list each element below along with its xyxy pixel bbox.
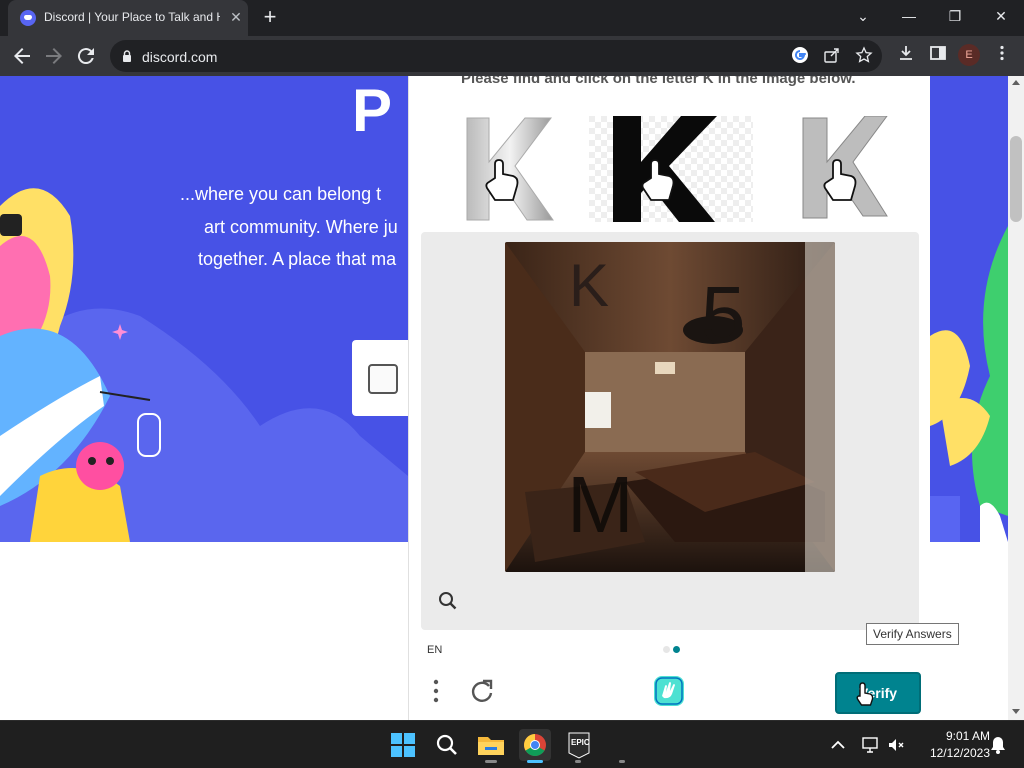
tab-title: Discord | Your Place to Talk and H: [44, 10, 220, 24]
page-dot-2-active: [673, 646, 680, 653]
file-explorer-icon[interactable]: [475, 729, 507, 761]
captcha-challenge-panel: Please find and click on the letter K in…: [408, 76, 930, 720]
volume-muted-icon[interactable]: [886, 735, 906, 755]
profile-avatar[interactable]: E: [958, 44, 980, 66]
downloads-icon[interactable]: [894, 44, 918, 68]
hero-illustration-right: [930, 226, 1008, 542]
forward-arrow-icon[interactable]: [42, 44, 66, 68]
side-panel-icon[interactable]: [926, 44, 950, 68]
page-dot-1: [663, 646, 670, 653]
close-window-icon[interactable]: ✕: [987, 4, 1015, 28]
extra-app-indicator: [619, 760, 625, 763]
example-image-k-black: [589, 116, 753, 222]
verify-button[interactable]: Verify: [835, 672, 921, 714]
browser-tab-bar: Discord | Your Place to Talk and H ✕ + ⌄…: [0, 0, 1024, 36]
epic-games-indicator: [575, 760, 581, 763]
windows-start-icon[interactable]: [387, 729, 419, 761]
hcaptcha-logo-icon[interactable]: [652, 674, 686, 708]
restore-window-icon[interactable]: ❐: [941, 4, 969, 28]
google-icon[interactable]: [790, 46, 810, 66]
challenge-letter-k: K: [569, 252, 609, 319]
page-scrollbar-thumb[interactable]: [1010, 136, 1022, 222]
zoom-search-icon[interactable]: [437, 590, 459, 612]
svg-text:EPIC: EPIC: [571, 738, 590, 747]
language-selector[interactable]: EN: [427, 644, 442, 656]
challenge-digit-5: 5: [701, 270, 746, 359]
new-tab-button[interactable]: +: [258, 4, 282, 30]
notifications-bell-icon[interactable]: [988, 735, 1008, 755]
example-image-k-silver: [466, 117, 554, 221]
browser-tab-discord[interactable]: Discord | Your Place to Talk and H ✕: [8, 0, 248, 36]
back-arrow-icon[interactable]: [10, 44, 34, 68]
minimize-window-icon[interactable]: —: [895, 4, 923, 28]
discord-favicon-icon: [20, 10, 36, 26]
epic-games-icon[interactable]: EPIC: [563, 729, 595, 761]
hand-cursor-icon: [856, 682, 874, 706]
tab-search-dropdown-icon[interactable]: ⌄: [849, 4, 877, 28]
tab-close-icon[interactable]: ✕: [228, 8, 244, 26]
browser-toolbar: discord.com E: [0, 36, 1024, 76]
captcha-prompt: Please find and click on the letter K in…: [461, 76, 856, 87]
captcha-refresh-icon[interactable]: [469, 678, 495, 704]
network-icon[interactable]: [860, 735, 880, 755]
taskbar-clock-date[interactable]: 12/12/2023: [916, 746, 990, 760]
browser-menu-icon[interactable]: [990, 44, 1014, 68]
file-explorer-indicator: [485, 760, 497, 763]
chrome-active-indicator: [527, 760, 543, 763]
challenge-letter-m: M: [567, 460, 634, 549]
address-bar[interactable]: discord.com: [110, 40, 882, 72]
bookmark-star-icon[interactable]: [854, 46, 874, 66]
scroll-up-arrow-icon[interactable]: [1011, 78, 1021, 86]
scroll-down-arrow-icon[interactable]: [1011, 708, 1021, 716]
share-icon[interactable]: [822, 46, 842, 66]
example-image-k-grey: [802, 116, 888, 219]
taskbar-search-icon[interactable]: [431, 729, 463, 761]
captcha-menu-icon[interactable]: [431, 678, 441, 704]
url-text[interactable]: discord.com: [142, 49, 217, 65]
reload-icon[interactable]: [74, 44, 98, 68]
taskbar-clock-time[interactable]: 9:01 AM: [930, 729, 990, 743]
verify-tooltip: Verify Answers: [866, 623, 959, 645]
chrome-icon[interactable]: [519, 729, 551, 761]
hero-illustration-left: [0, 188, 408, 542]
lock-icon[interactable]: [122, 50, 132, 62]
hcaptcha-checkbox[interactable]: [368, 364, 398, 394]
show-hidden-icons-chevron-icon[interactable]: [828, 735, 848, 755]
windows-taskbar: EPIC 9:01 AM 12/12/2023: [0, 720, 1024, 768]
challenge-image[interactable]: K 5 M: [505, 242, 835, 572]
